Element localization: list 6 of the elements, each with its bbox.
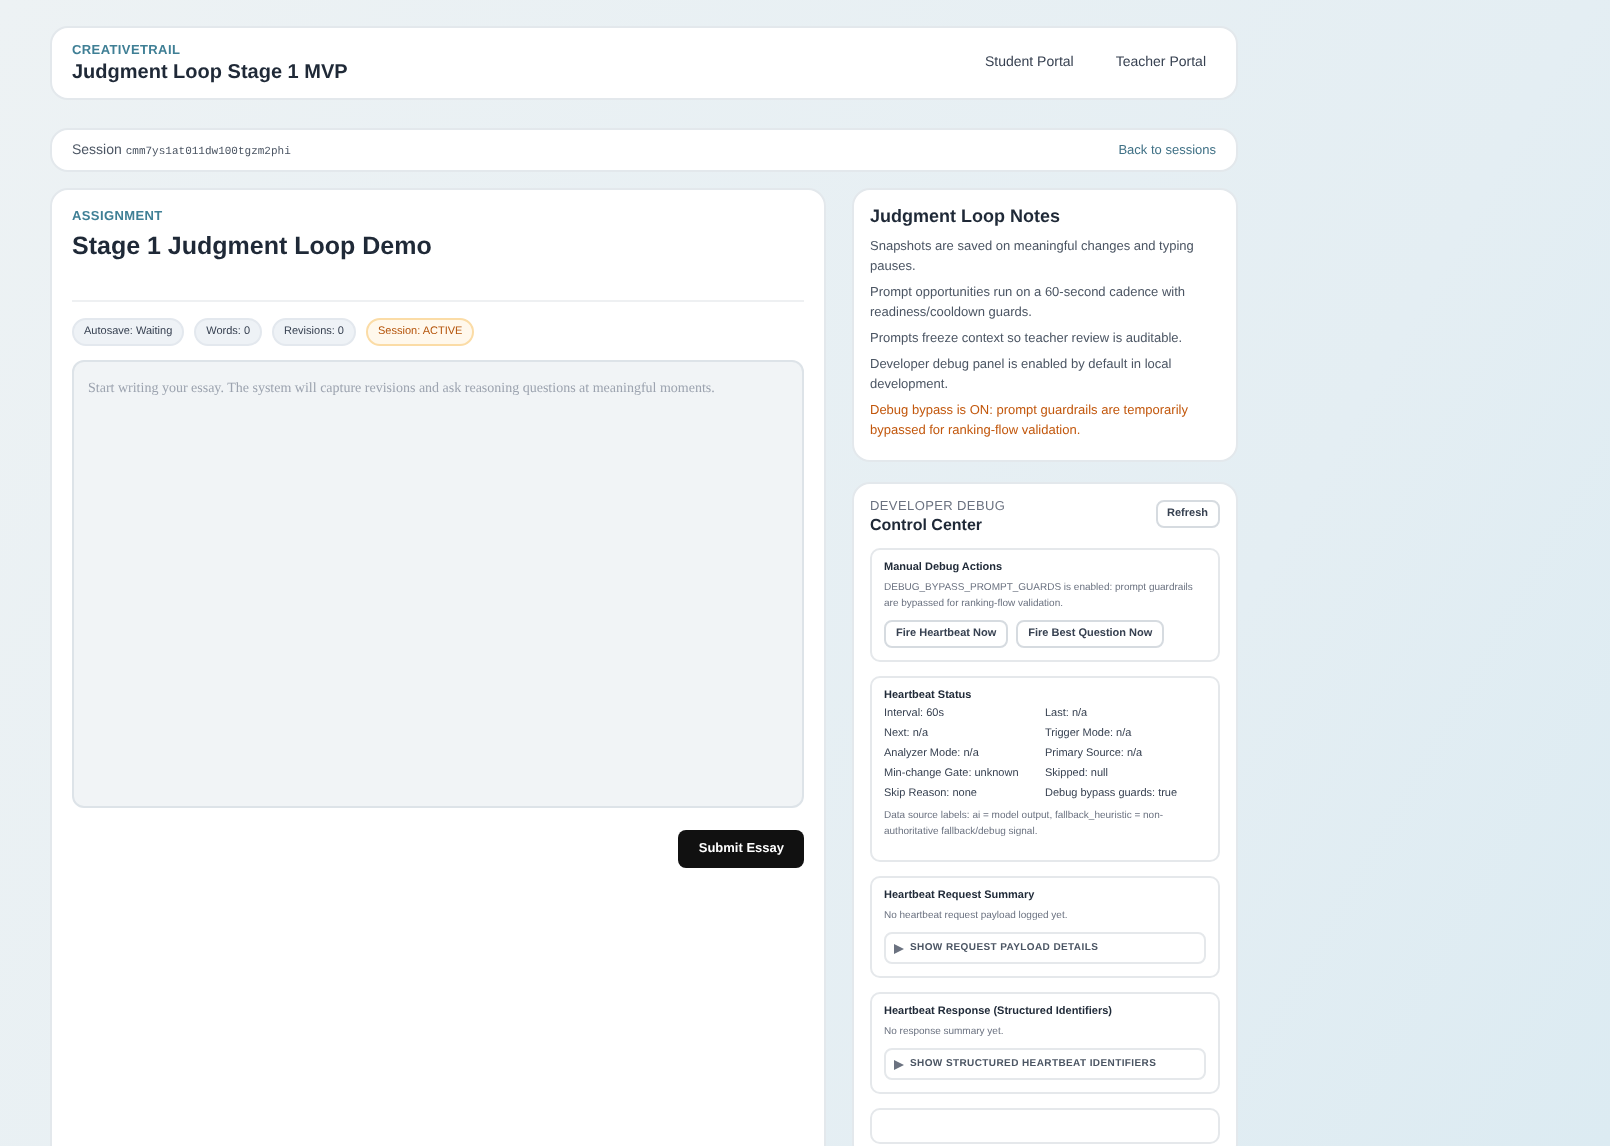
notes-title: Judgment Loop Notes [870,206,1062,226]
assignment-title: Stage 1 Judgment Loop Demo [72,232,434,260]
triangle-icon [894,1059,904,1069]
app-title: Judgment Loop Stage 1 MVP [72,61,348,83]
triangle-icon [894,943,904,953]
debug-title: Control Center [870,516,984,534]
